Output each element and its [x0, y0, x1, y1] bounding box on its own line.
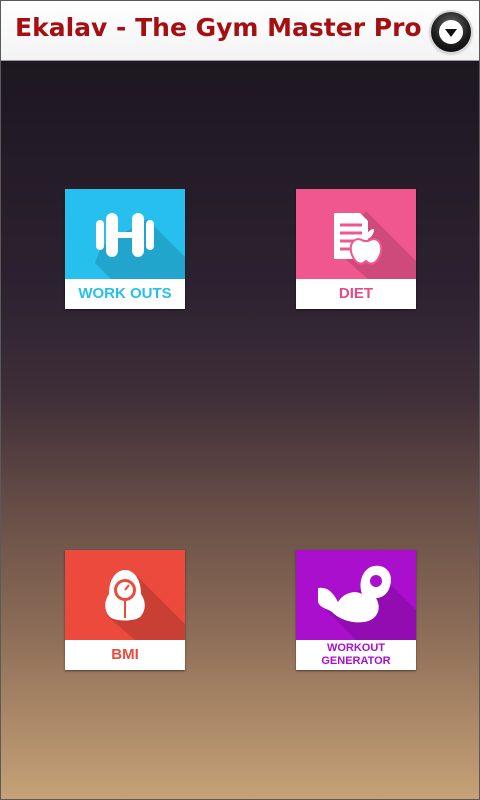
workout-generator-label-line1: WORKOUT: [326, 642, 386, 654]
bmi-label: BMI: [65, 640, 185, 670]
app-title: Ekalav - The Gym Master Pro: [15, 13, 422, 42]
workout-generator-label-line2: GENERATOR: [321, 655, 391, 667]
flexed-arm-icon: [318, 565, 416, 640]
workouts-label: WORK OUTS: [65, 279, 185, 309]
bmi-tile[interactable]: BMI: [65, 550, 185, 670]
overflow-menu-button[interactable]: [431, 12, 471, 52]
diet-plan-apple-icon: [334, 211, 416, 279]
diet-tile[interactable]: DIET: [296, 189, 416, 309]
dumbbell-icon: [95, 213, 185, 279]
chevron-down-icon: [439, 20, 463, 44]
title-bar: Ekalav - The Gym Master Pro: [1, 1, 479, 61]
home-grid: WORK OUTS DIET BMI WORKOUT GENERATOR: [1, 61, 479, 799]
workout-generator-tile[interactable]: WORKOUT GENERATOR: [296, 550, 416, 670]
app-window: Ekalav - The Gym Master Pro WORK OUTS DI…: [0, 0, 480, 800]
diet-label: DIET: [296, 279, 416, 309]
workouts-tile[interactable]: WORK OUTS: [65, 189, 185, 309]
workout-generator-label: WORKOUT GENERATOR: [296, 640, 416, 670]
weighing-scale-icon: [105, 570, 185, 640]
